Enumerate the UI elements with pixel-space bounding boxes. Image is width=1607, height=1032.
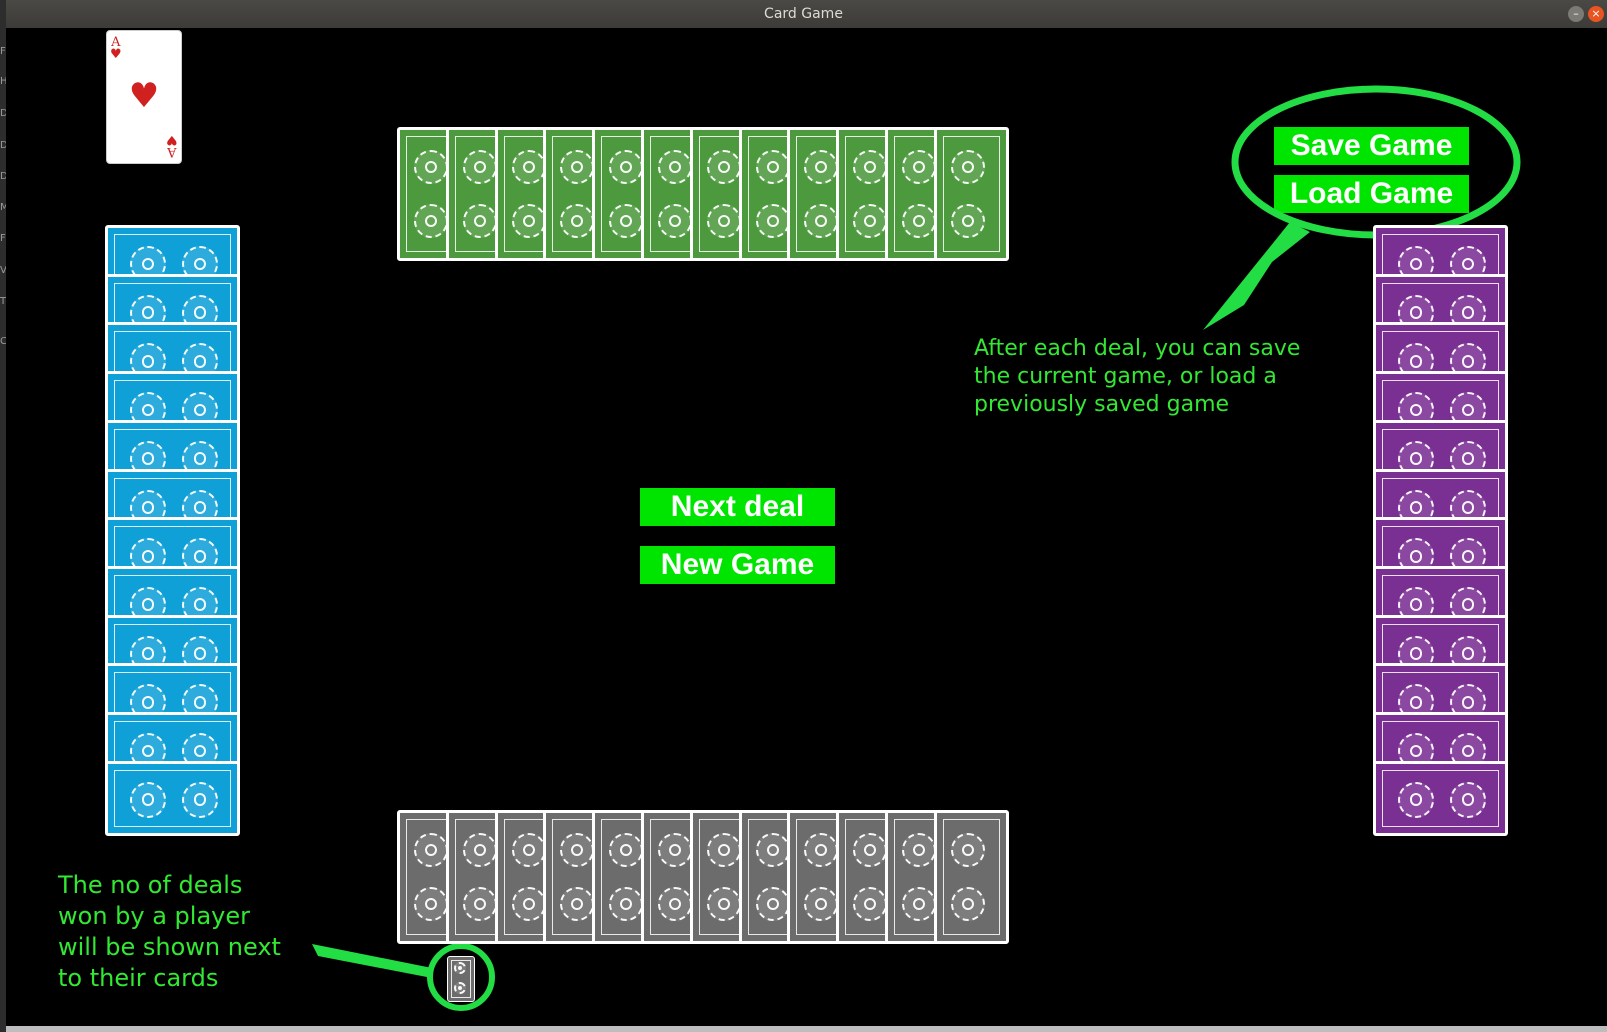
card-back-emblem-icon bbox=[462, 833, 497, 867]
green-card-back[interactable] bbox=[933, 127, 1009, 261]
card-back-emblem-icon bbox=[706, 887, 741, 921]
save-load-annotation: After each deal, you can save the curren… bbox=[974, 336, 1301, 417]
card-back-emblem-icon bbox=[950, 204, 985, 238]
new-game-button[interactable]: New Game bbox=[640, 546, 835, 584]
card-back-emblem-icon bbox=[414, 833, 448, 867]
window-title: Card Game bbox=[764, 6, 843, 22]
heart-suit-icon: ♥ bbox=[110, 47, 122, 62]
card-back-emblem-icon bbox=[853, 833, 888, 867]
card-corner-top: A ♥ bbox=[110, 36, 122, 62]
card-back-emblem-icon bbox=[853, 204, 888, 238]
save-game-button[interactable]: Save Game bbox=[1274, 127, 1469, 165]
window-bottom-edge bbox=[6, 1026, 1607, 1032]
card-back-emblem-icon bbox=[454, 962, 466, 974]
close-icon[interactable]: × bbox=[1588, 6, 1604, 22]
card-back-emblem-icon bbox=[462, 204, 497, 238]
card-back-emblem-icon bbox=[658, 204, 692, 238]
deals-won-card[interactable] bbox=[447, 956, 475, 1002]
card-back-emblem-icon bbox=[414, 204, 448, 238]
card-back-emblem-icon bbox=[609, 887, 644, 921]
card-back-emblem-icon bbox=[950, 150, 985, 184]
card-back-emblem-icon bbox=[511, 887, 546, 921]
blue-card-back[interactable] bbox=[105, 760, 240, 836]
card-back-emblem-icon bbox=[755, 204, 790, 238]
card-back-emblem-icon bbox=[414, 887, 448, 921]
card-back-emblem-icon bbox=[853, 887, 888, 921]
load-game-button[interactable]: Load Game bbox=[1274, 175, 1469, 213]
card-back-emblem-icon bbox=[755, 887, 790, 921]
card-back-emblem-icon bbox=[462, 887, 497, 921]
card-back-emblem-icon bbox=[902, 887, 936, 921]
card-back-emblem-icon bbox=[853, 150, 888, 184]
edge-letter: F bbox=[0, 46, 6, 57]
card-back-emblem-icon bbox=[902, 204, 936, 238]
next-deal-button[interactable]: Next deal bbox=[640, 488, 835, 526]
window-titlebar: Card Game – × bbox=[0, 0, 1607, 29]
card-back-emblem-icon bbox=[950, 887, 985, 921]
heart-suit-icon: ♥ bbox=[166, 132, 178, 147]
card-back-emblem-icon bbox=[454, 982, 466, 994]
card-back-emblem-icon bbox=[1398, 781, 1434, 818]
card-back-emblem-icon bbox=[1450, 781, 1486, 818]
card-back-emblem-icon bbox=[706, 833, 741, 867]
minimize-icon[interactable]: – bbox=[1568, 6, 1584, 22]
card-back-emblem-icon bbox=[609, 833, 644, 867]
card-back-emblem-icon bbox=[130, 781, 166, 818]
heart-suit-icon: ♥ bbox=[128, 76, 160, 116]
card-back-emblem-icon bbox=[511, 833, 546, 867]
card-back-emblem-icon bbox=[462, 150, 497, 184]
card-back-emblem-icon bbox=[182, 781, 218, 818]
card-back-emblem-icon bbox=[511, 150, 546, 184]
card-corner-bottom: A ♥ bbox=[166, 132, 178, 159]
card-back-emblem-icon bbox=[609, 150, 644, 184]
card-back-emblem-icon bbox=[950, 833, 985, 867]
card-back-emblem-icon bbox=[658, 887, 692, 921]
card-back-emblem-icon bbox=[755, 150, 790, 184]
card-back-emblem-icon bbox=[658, 833, 692, 867]
card-back-emblem-icon bbox=[414, 150, 448, 184]
purple-card-back[interactable] bbox=[1373, 760, 1508, 836]
edge-letter: F bbox=[0, 233, 6, 244]
card-back-emblem-icon bbox=[706, 204, 741, 238]
gray-card-back[interactable] bbox=[933, 810, 1009, 944]
card-back-emblem-icon bbox=[902, 833, 936, 867]
deals-won-annotation: The no of deals won by a player will be … bbox=[58, 871, 281, 992]
card-back-emblem-icon bbox=[511, 204, 546, 238]
card-back-emblem-icon bbox=[902, 150, 936, 184]
card-back-emblem-icon bbox=[755, 833, 790, 867]
card-back-emblem-icon bbox=[706, 150, 741, 184]
card-back-emblem-icon bbox=[609, 204, 644, 238]
played-card-ace-of-hearts[interactable]: A ♥ ♥ A ♥ bbox=[106, 30, 182, 164]
card-back-emblem-icon bbox=[658, 150, 692, 184]
